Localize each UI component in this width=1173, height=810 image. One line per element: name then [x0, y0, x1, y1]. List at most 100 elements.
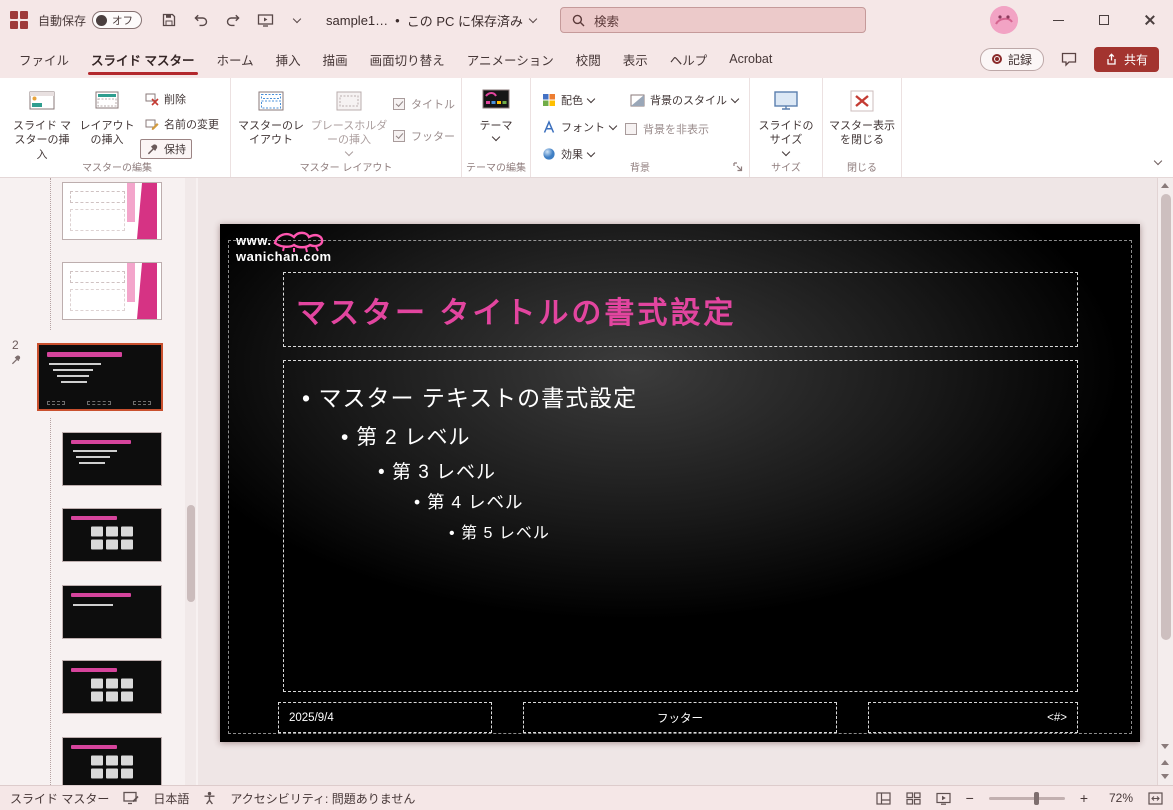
thumbnail-scrollbar-thumb[interactable]	[186, 505, 195, 602]
thumbnail-scrollbar[interactable]	[185, 178, 196, 785]
body-level-4: • 第 4 レベル	[414, 492, 524, 512]
close-master-button[interactable]: マスター表示を閉じる	[829, 82, 895, 148]
themes-button[interactable]: テーマ	[468, 82, 524, 142]
slide-number-placeholder[interactable]: <#>	[868, 702, 1078, 733]
thumb-art	[49, 363, 101, 365]
colors-button[interactable]: 配色	[537, 90, 621, 110]
thumb-art	[137, 263, 157, 319]
thumb-art	[127, 263, 135, 303]
next-slide-button[interactable]	[1161, 774, 1169, 779]
layout-thumbnail[interactable]	[62, 660, 162, 714]
search-box[interactable]: 検索	[560, 7, 866, 33]
zoom-out-button[interactable]: −	[966, 790, 974, 806]
fonts-button[interactable]: フォント	[537, 117, 621, 137]
insert-placeholder-button[interactable]: プレースホルダーの挿入	[309, 82, 389, 156]
slide-sorter-button[interactable]	[906, 791, 921, 805]
tab-help[interactable]: ヘルプ	[659, 40, 719, 78]
minimize-button[interactable]	[1035, 0, 1081, 40]
thumb-art	[87, 401, 111, 405]
collapse-ribbon-button[interactable]	[1153, 151, 1163, 169]
slide-master-thumbnail-selected[interactable]	[37, 343, 163, 411]
thumb-art	[70, 209, 125, 231]
comments-button[interactable]	[1056, 47, 1082, 71]
tab-acrobat[interactable]: Acrobat	[718, 40, 783, 78]
normal-view-button[interactable]	[876, 791, 891, 805]
slide-master-editing-surface: www. wanichan.com マスター タイトルの書式設定 • マスター …	[220, 224, 1140, 742]
undo-button[interactable]	[188, 7, 214, 33]
master-layout-button[interactable]: マスターのレイアウト	[237, 82, 305, 148]
avatar[interactable]	[990, 6, 1018, 34]
fit-to-window-button[interactable]	[1148, 791, 1163, 805]
accessibility-status[interactable]: アクセシビリティ: 問題ありません	[230, 790, 415, 807]
layout-thumbnail[interactable]	[62, 737, 162, 785]
background-dialog-launcher[interactable]	[733, 162, 745, 174]
date-placeholder[interactable]: 2025/9/4	[278, 702, 492, 733]
thumb-art	[57, 375, 89, 377]
share-label: 共有	[1123, 52, 1148, 67]
preserve-button[interactable]: 保持	[140, 139, 192, 159]
footer-placeholder[interactable]: フッター	[523, 702, 837, 733]
autosave-toggle[interactable]: オフ	[92, 11, 143, 29]
tab-transitions[interactable]: 画面切り替え	[359, 40, 456, 78]
qat-customize-chevron[interactable]	[284, 7, 310, 33]
record-button[interactable]: 記録	[979, 47, 1044, 71]
scroll-down-arrow[interactable]	[1161, 744, 1169, 749]
footer-checkbox-label: フッター	[411, 131, 455, 143]
slideshow-view-button[interactable]	[936, 792, 951, 805]
background-styles-button[interactable]: 背景のスタイル	[625, 90, 743, 110]
share-button[interactable]: 共有	[1093, 46, 1159, 72]
tab-animations[interactable]: アニメーション	[456, 40, 565, 78]
slide-number-label: 2	[12, 338, 19, 352]
redo-button[interactable]	[220, 7, 246, 33]
layout-thumbnail[interactable]	[62, 262, 162, 320]
zoom-slider-thumb[interactable]	[1034, 791, 1040, 805]
slideshow-button[interactable]	[252, 7, 278, 33]
thumb-art	[73, 450, 117, 452]
title-checkbox[interactable]: タイトル	[393, 94, 455, 114]
zoom-in-button[interactable]: +	[1080, 790, 1088, 806]
scroll-up-arrow[interactable]	[1161, 183, 1169, 188]
tab-home[interactable]: ホーム	[206, 40, 265, 78]
body-placeholder[interactable]: • マスター テキストの書式設定 • 第 2 レベル • 第 3 レベル • 第…	[283, 360, 1078, 692]
tab-file[interactable]: ファイル	[8, 40, 80, 78]
layout-thumbnail[interactable]	[62, 432, 162, 486]
tab-view[interactable]: 表示	[612, 40, 659, 78]
group-close: マスター表示を閉じる 閉じる	[823, 78, 902, 177]
master-layout-label: マスターのレイアウト	[238, 120, 304, 147]
display-settings-icon[interactable]	[123, 791, 139, 805]
file-name-menu[interactable]: sample1… • この PC に保存済み	[326, 11, 538, 30]
zoom-percentage[interactable]: 72%	[1103, 791, 1133, 805]
main-scrollbar-thumb[interactable]	[1161, 194, 1171, 640]
language-status[interactable]: 日本語	[153, 790, 189, 807]
title-placeholder[interactable]: マスター タイトルの書式設定	[283, 272, 1078, 347]
group-master-edit: スライド マスターの挿入 レイアウトの挿入 削除 名前の変更 保持 マスターの編…	[4, 78, 231, 177]
layout-thumbnail[interactable]	[62, 182, 162, 240]
slide-size-button[interactable]: スライドのサイズ	[756, 82, 816, 156]
previous-slide-button[interactable]	[1161, 760, 1169, 765]
insert-slide-master-button[interactable]: スライド マスターの挿入	[10, 82, 74, 162]
maximize-button[interactable]	[1081, 0, 1127, 40]
search-label: 検索	[594, 14, 620, 29]
layout-thumbnail[interactable]	[62, 508, 162, 562]
rename-button[interactable]: 名前の変更	[140, 114, 224, 134]
footer-checkbox-icon	[393, 130, 405, 142]
share-icon	[1107, 52, 1116, 65]
layout-thumbnail[interactable]	[62, 585, 162, 639]
thumbnail-panel: 2	[0, 178, 198, 785]
tab-slide-master[interactable]: スライド マスター	[80, 40, 205, 78]
tab-insert[interactable]: 挿入	[265, 40, 312, 78]
insert-layout-button[interactable]: レイアウトの挿入	[78, 82, 136, 148]
delete-button[interactable]: 削除	[140, 89, 224, 109]
tab-draw[interactable]: 描画	[312, 40, 359, 78]
insert-layout-label: レイアウトの挿入	[79, 120, 135, 147]
footer-checkbox[interactable]: フッター	[393, 126, 455, 146]
tab-review[interactable]: 校閲	[565, 40, 612, 78]
group-label-background: 背景	[630, 163, 650, 174]
main-scrollbar[interactable]	[1157, 178, 1173, 785]
accessibility-icon[interactable]	[203, 791, 216, 805]
zoom-slider[interactable]	[988, 791, 1065, 805]
group-label-edit-theme: テーマの編集	[466, 163, 526, 174]
close-button[interactable]	[1127, 0, 1173, 40]
hide-background-checkbox[interactable]: 背景を非表示	[625, 119, 743, 139]
save-button[interactable]	[156, 7, 182, 33]
